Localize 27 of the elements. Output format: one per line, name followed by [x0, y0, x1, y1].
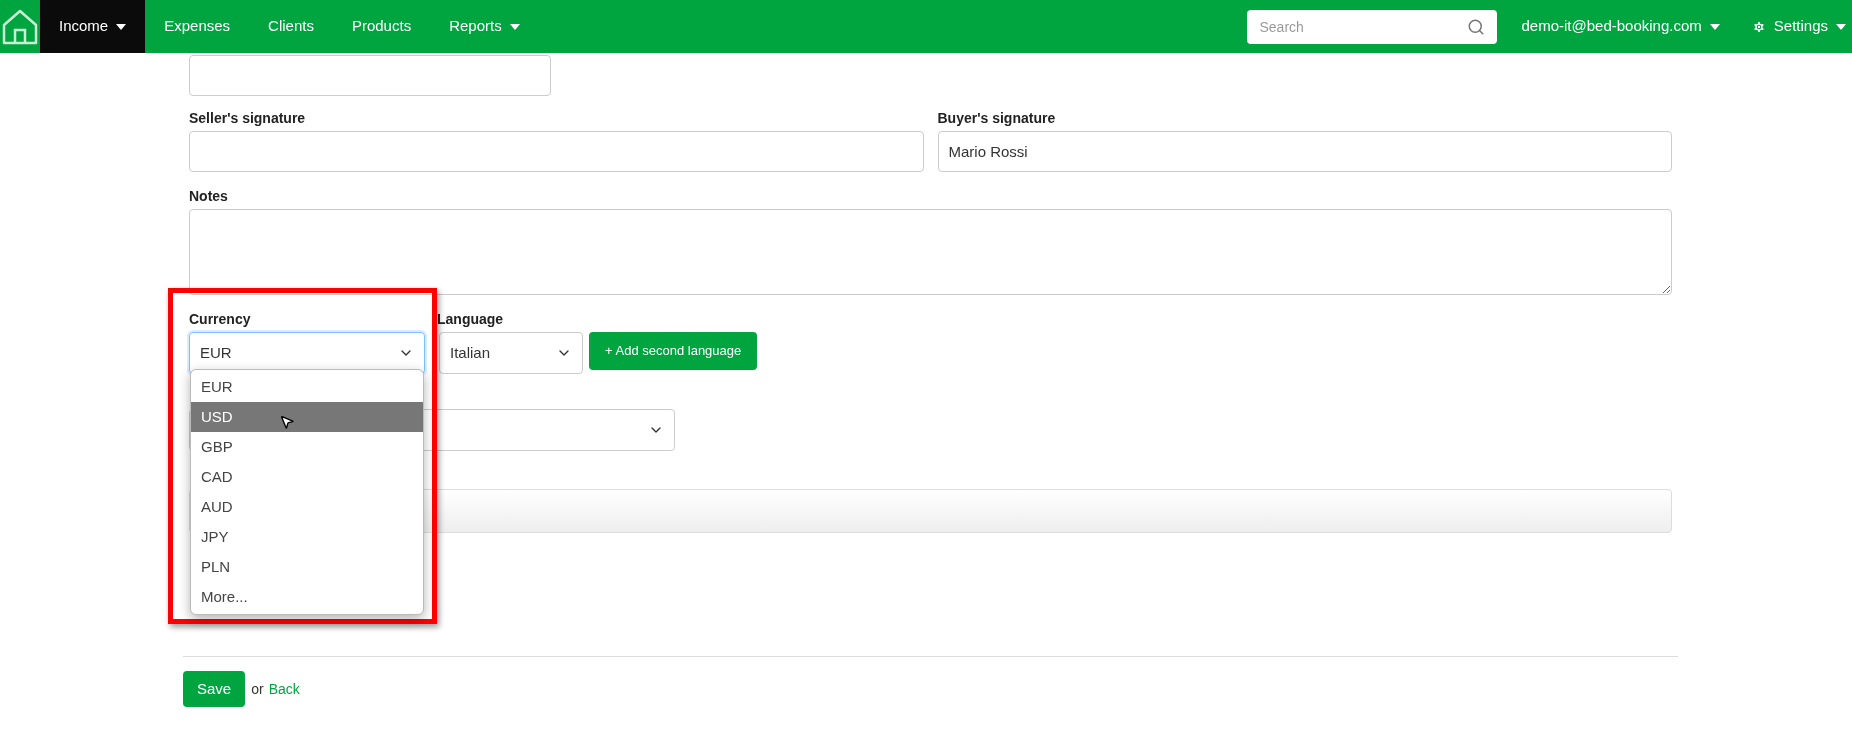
- dropdown-option[interactable]: CAD: [191, 462, 423, 492]
- dropdown-option[interactable]: JPY: [191, 522, 423, 552]
- dropdown-option[interactable]: GBP: [191, 432, 423, 462]
- or-text: or: [251, 679, 264, 699]
- input-field[interactable]: Mario Rossi: [937, 131, 1672, 172]
- mouse-pointer-icon: [279, 414, 295, 430]
- field-label: Notes: [189, 187, 229, 206]
- dropdown-option[interactable]: More...: [191, 582, 423, 612]
- nav-tab[interactable]: Income: [40, 0, 146, 53]
- dropdown-option[interactable]: USD: [191, 402, 423, 432]
- search-icon: [1467, 17, 1486, 36]
- caret-icon: [1709, 23, 1720, 30]
- field-label: Currency: [189, 310, 252, 329]
- input-field[interactable]: [189, 55, 551, 96]
- gear-icon: [1751, 19, 1766, 34]
- language-select[interactable]: Italian: [439, 332, 583, 374]
- dropdown-option[interactable]: PLN: [191, 552, 423, 582]
- caret-icon: [1836, 23, 1846, 30]
- field-label: Language: [437, 310, 505, 329]
- field-label: Buyer's signature: [937, 109, 1057, 128]
- text-area[interactable]: [189, 209, 1672, 295]
- field-label: Seller's signature: [189, 109, 307, 128]
- dropdown-option[interactable]: AUD: [191, 492, 423, 522]
- home-icon[interactable]: [1, 7, 39, 46]
- search-field[interactable]: Search: [1247, 9, 1498, 44]
- dropdown-option[interactable]: EUR: [191, 372, 423, 402]
- input-field[interactable]: [189, 131, 924, 172]
